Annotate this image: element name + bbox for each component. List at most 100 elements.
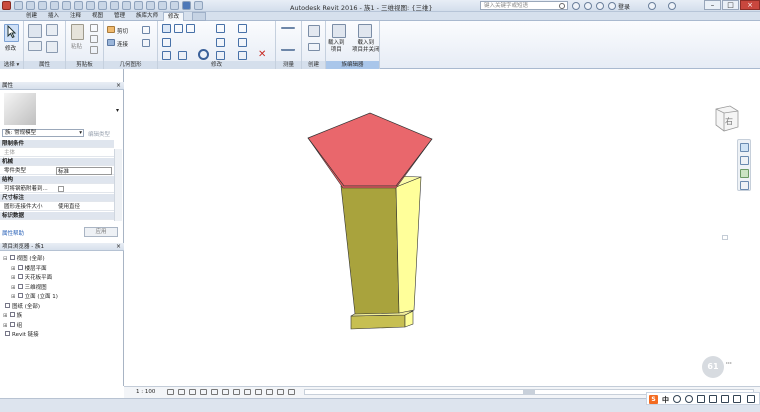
close-icon[interactable]: × [116,83,122,89]
base-front-face[interactable] [350,314,406,330]
full-navigation-wheel-icon[interactable] [740,143,749,152]
pin-icon[interactable] [238,38,247,47]
expand-icon[interactable]: ⊞ [3,313,8,319]
close-icon[interactable]: × [116,244,122,250]
save-icon[interactable] [26,1,35,10]
tab-insert[interactable]: 插入 [44,12,63,21]
category-structural[interactable]: 结构 [0,176,114,184]
create-similar-icon[interactable] [308,43,320,51]
3d-view-icon[interactable] [134,1,143,10]
sun-path-icon[interactable] [189,389,196,395]
voice-icon[interactable] [697,395,705,403]
show-crop-icon[interactable] [233,389,240,395]
visual-style-icon[interactable] [178,389,185,395]
binoculars-icon[interactable] [572,2,580,10]
lock-view-icon[interactable] [244,389,251,395]
subscription-icon[interactable] [584,2,592,10]
tag-icon[interactable] [110,1,119,10]
dimension-icon[interactable] [98,1,107,10]
load-into-project-button[interactable]: 载入到 项目 [328,40,345,54]
category-dimensions[interactable]: 尺寸标注 [0,194,114,202]
scroll-thumb[interactable] [523,390,535,394]
tree-item[interactable]: ⊞ 三维视图 [11,283,47,291]
split-icon[interactable] [216,38,225,47]
print-icon[interactable] [74,1,83,10]
load-into-project-close-button[interactable]: 载入到 项目并关闭 [352,40,380,54]
unpin-icon[interactable] [238,51,247,60]
category-constraints[interactable]: 限制条件 [0,140,114,148]
wall-joins-icon[interactable] [142,26,150,34]
expand-icon[interactable]: ⊞ [11,275,16,281]
align-icon[interactable] [162,24,171,33]
crop-view-icon[interactable] [222,389,229,395]
tab-options-icon[interactable] [192,12,206,21]
steering-wheel-badge[interactable]: 61 [702,356,724,378]
expand-icon[interactable]: ⊞ [11,294,16,300]
column-front-face[interactable] [340,185,400,315]
tree-item[interactable]: ⊞ 天花板平面 [11,273,52,281]
tab-view[interactable]: 视图 [88,12,107,21]
punctuation-icon[interactable] [673,395,681,403]
minimize-button[interactable]: – [704,0,721,10]
highlight-displacement-icon[interactable] [288,389,295,395]
tab-family-library[interactable]: 族库大师 [132,12,162,21]
rotate-icon[interactable] [198,49,209,60]
zoom-extents-icon[interactable] [740,169,749,178]
text-icon[interactable] [122,1,131,10]
communication-icon[interactable] [596,2,604,10]
edit-type-button[interactable]: 编辑类型 [88,130,110,138]
tree-item[interactable]: 图纸 (全部) [3,302,40,310]
create-group-icon[interactable] [308,25,320,37]
paste-icon[interactable] [71,24,84,40]
property-row-part-type[interactable]: 零件类型 标准 [0,167,114,175]
search-input[interactable]: 键入关键字或短语 [480,1,568,10]
rebar-checkbox[interactable] [58,186,64,192]
revit-logo-icon[interactable] [2,1,11,10]
tree-item[interactable]: ⊞ 族 [3,311,22,319]
offset-icon[interactable] [174,24,183,33]
column-side-face[interactable] [395,176,422,314]
tab-modify[interactable]: 修改 [163,12,185,21]
section-icon[interactable] [146,1,155,10]
properties-icon[interactable] [28,24,42,38]
skin-icon[interactable] [721,395,729,403]
property-row-connector-size[interactable]: 圆形连接件大小 使用直径 [0,203,114,211]
thin-lines-icon[interactable] [158,1,167,10]
expand-icon[interactable]: ⊞ [3,323,8,329]
cap-top-face[interactable] [307,112,433,187]
scale-icon[interactable] [238,24,247,33]
tree-item[interactable]: ⊞ 组 [3,321,22,329]
shadows-icon[interactable] [200,389,207,395]
category-identity[interactable]: 标识数据 [0,212,114,220]
cut-icon[interactable] [90,24,98,32]
settings-icon[interactable] [747,395,755,403]
split-face-icon[interactable] [142,39,150,47]
property-row-rebar[interactable]: 可将钢筋附着到... [0,185,114,193]
tree-item[interactable]: ⊟ 视图 (全部) [3,254,45,262]
close-hidden-icon[interactable] [170,1,179,10]
load-into-project-close-icon[interactable] [358,24,372,38]
expand-icon[interactable]: ⊞ [11,285,16,291]
exchange-apps-icon[interactable] [648,2,656,10]
undo-icon[interactable] [50,1,59,10]
mirror-axis-icon[interactable] [186,24,195,33]
join-icon[interactable] [107,39,115,46]
modify-button[interactable] [4,24,19,42]
close-button[interactable]: × [740,0,760,10]
panel-label-select[interactable]: 选择 ▾ [0,61,23,69]
array-icon[interactable] [216,51,225,60]
sync-icon[interactable] [38,1,47,10]
measure-icon[interactable] [86,1,95,10]
viewcube[interactable]: 右 [710,103,742,135]
collapse-icon[interactable]: ⊟ [3,256,8,262]
analytical-model-icon[interactable] [277,389,284,395]
ime-mode-label[interactable]: 中 [662,395,669,405]
temporary-hide-icon[interactable] [255,389,262,395]
customize-qat-icon[interactable] [194,1,203,10]
measure-icon[interactable] [281,27,295,29]
category-mechanical[interactable]: 机械 [0,158,114,166]
tree-item[interactable]: ⊞ 立面 (立面 1) [11,292,58,300]
3d-model[interactable] [124,69,760,386]
tree-item[interactable]: Revit 链接 [3,330,39,338]
keyboard-icon[interactable] [709,395,717,403]
